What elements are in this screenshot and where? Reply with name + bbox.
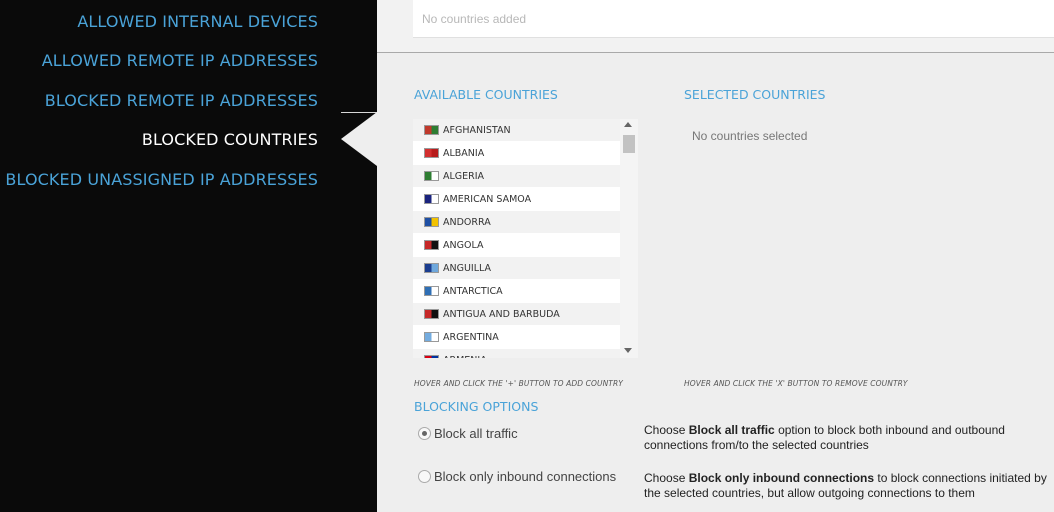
selected-countries-title: SELECTED COUNTRIES [684,87,826,102]
country-name: ALBANIA [443,148,485,159]
flag-icon [424,125,439,135]
desc-bold: Block only inbound connections [688,471,875,485]
sidebar-item-blocked-remote-ip[interactable]: BLOCKED REMOTE IP ADDRESSES [45,91,318,110]
country-item[interactable]: ARGENTINA [413,326,620,348]
flag-icon [424,148,439,158]
flag-icon [424,309,439,319]
sidebar-item-blocked-countries[interactable]: BLOCKED COUNTRIES [142,130,318,149]
country-item[interactable]: ANDORRA [413,211,620,233]
block-all-traffic-radio[interactable] [418,427,431,440]
desc-prefix: Choose [644,423,689,437]
desc-prefix: Choose [644,471,689,485]
country-name: ARMENIA [443,355,487,358]
country-name: ANGUILLA [443,263,492,274]
main-panel: No countries added AVAILABLE COUNTRIES S… [377,0,1054,512]
country-item[interactable]: AMERICAN SAMOA [413,188,620,210]
flag-icon [424,171,439,181]
country-name: AMERICAN SAMOA [443,194,532,205]
remove-country-hint: HOVER AND CLICK THE 'X' BUTTON TO REMOVE… [684,379,908,388]
flag-icon [424,194,439,204]
added-countries-box: No countries added [413,0,1054,38]
country-name: ALGERIA [443,171,485,182]
country-item[interactable]: ARMENIA [413,349,620,358]
flag-icon [424,286,439,296]
flag-icon [424,332,439,342]
block-inbound-radio[interactable] [418,470,431,483]
blocking-options-title: BLOCKING OPTIONS [414,399,539,414]
scrollbar-thumb[interactable] [623,135,635,153]
country-item[interactable]: ALGERIA [413,165,620,187]
country-name: ARGENTINA [443,332,499,343]
selected-countries-empty-text: No countries selected [692,129,808,143]
country-item[interactable]: ANTIGUA AND BARBUDA [413,303,620,325]
scroll-up-arrow-icon[interactable] [624,122,632,127]
sidebar: ALLOWED INTERNAL DEVICES ALLOWED REMOTE … [0,0,377,512]
added-countries-placeholder: No countries added [422,12,527,26]
country-item[interactable]: ANGOLA [413,234,620,256]
country-item[interactable]: ANGUILLA [413,257,620,279]
flag-icon [424,355,439,358]
country-name: ANTARCTICA [443,286,503,297]
sidebar-item-blocked-unassigned-ip[interactable]: BLOCKED UNASSIGNED IP ADDRESSES [5,170,318,189]
country-list-scrollbar[interactable] [620,119,638,358]
block-all-traffic-description: Choose Block all traffic option to block… [644,423,1049,453]
country-name: AFGHANISTAN [443,125,511,136]
add-country-hint: HOVER AND CLICK THE '+' BUTTON TO ADD CO… [414,379,623,388]
block-inbound-description: Choose Block only inbound connections to… [644,471,1049,501]
scroll-down-arrow-icon[interactable] [624,348,632,353]
flag-icon [424,263,439,273]
block-inbound-label[interactable]: Block only inbound connections [434,469,616,484]
available-countries-list[interactable]: AFGHANISTAN ALBANIA ALGERIA AMERICAN SAMOA A… [413,119,638,358]
country-name: ANTIGUA AND BARBUDA [443,309,560,320]
sidebar-item-allowed-internal-devices[interactable]: ALLOWED INTERNAL DEVICES [77,12,318,31]
flag-icon [424,240,439,250]
country-name: ANGOLA [443,240,484,251]
available-countries-title: AVAILABLE COUNTRIES [414,87,558,102]
block-all-traffic-label[interactable]: Block all traffic [434,426,518,441]
active-item-pointer [341,112,377,166]
desc-bold: Block all traffic [688,423,775,437]
country-item[interactable]: ANTARCTICA [413,280,620,302]
added-countries-panel: No countries added [377,0,1054,53]
sidebar-item-allowed-remote-ip[interactable]: ALLOWED REMOTE IP ADDRESSES [42,51,318,70]
country-item[interactable]: ALBANIA [413,142,620,164]
country-item[interactable]: AFGHANISTAN [413,119,620,141]
country-name: ANDORRA [443,217,491,228]
flag-icon [424,217,439,227]
